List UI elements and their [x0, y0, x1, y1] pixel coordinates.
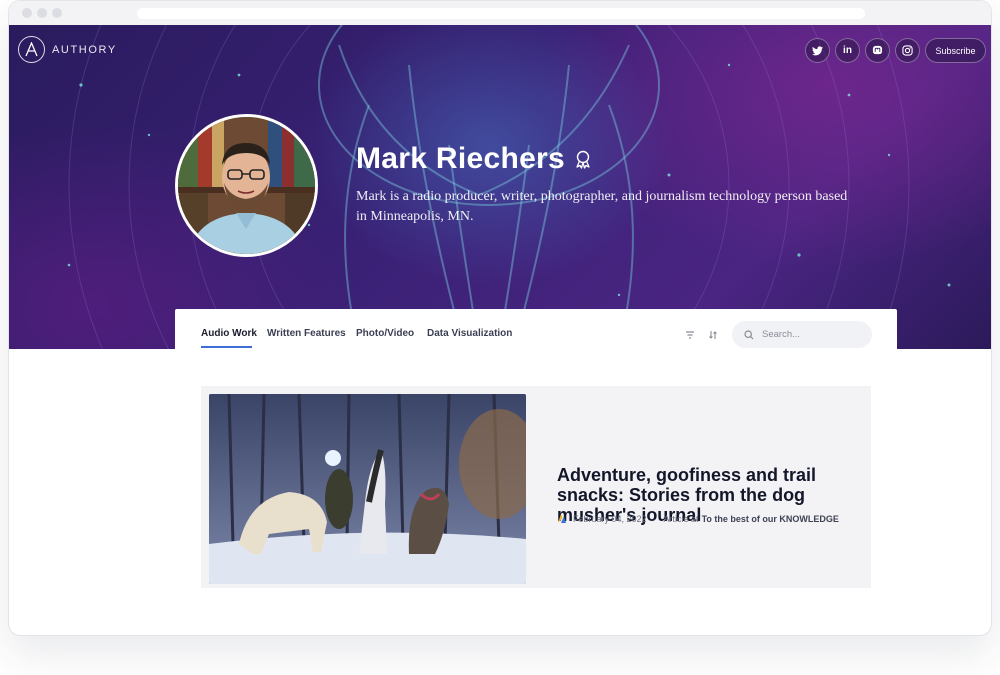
profile-name-row: Mark Riechers: [356, 142, 592, 176]
article-type-label: Article at: [663, 513, 699, 524]
authory-logo[interactable]: AUTHORY: [18, 36, 117, 63]
article-thumbnail[interactable]: [209, 394, 526, 584]
profile-hero: AUTHORY in Subscribe Mark Riechers Mark …: [9, 25, 991, 349]
article-meta: February 04, 2022 · Article at To the be…: [557, 513, 839, 524]
authory-logo-icon: [18, 36, 45, 63]
brand-name: AUTHORY: [52, 43, 117, 56]
publication-logo-icon: [557, 513, 567, 524]
window-maximize-dot[interactable]: [52, 8, 62, 18]
twitter-icon: [812, 45, 823, 55]
window-minimize-dot[interactable]: [37, 8, 47, 18]
mastodon-icon: [872, 45, 883, 55]
article-date: February 04, 2022: [573, 513, 647, 524]
active-tab-indicator: [201, 346, 252, 348]
profile-bio: Mark is a radio producer, writer, photog…: [356, 189, 848, 224]
article-publication[interactable]: To the best of our KNOWLEDGE: [702, 514, 839, 524]
mastodon-link[interactable]: [865, 38, 890, 63]
profile-avatar: [175, 114, 318, 257]
tab-audio-work[interactable]: Audio Work: [201, 328, 257, 339]
linkedin-link[interactable]: in: [835, 38, 860, 63]
subscribe-button[interactable]: Subscribe: [925, 38, 986, 63]
instagram-link[interactable]: [895, 38, 920, 63]
window-close-dot[interactable]: [22, 8, 32, 18]
article-card[interactable]: Adventure, goofiness and trail snacks: S…: [201, 386, 871, 588]
profile-name: Mark Riechers: [356, 142, 566, 175]
twitter-link[interactable]: [805, 38, 830, 63]
content-tabs-bar: Audio Work Written Features Photo/Video …: [175, 309, 897, 355]
meta-separator: ·: [653, 513, 657, 524]
linkedin-icon: in: [843, 45, 852, 56]
browser-window: AUTHORY in Subscribe Mark Riechers Mark …: [8, 0, 992, 636]
filter-icon[interactable]: [685, 327, 695, 345]
search-icon: [744, 329, 754, 339]
search-input[interactable]: [762, 329, 862, 340]
browser-titlebar: [9, 1, 991, 25]
sort-icon[interactable]: [708, 327, 718, 345]
tab-photo-video[interactable]: Photo/Video: [356, 328, 414, 339]
tab-written-features[interactable]: Written Features: [267, 328, 346, 339]
award-ribbon-icon[interactable]: [574, 150, 592, 169]
search-box[interactable]: [732, 321, 872, 348]
tab-data-visualization[interactable]: Data Visualization: [427, 328, 512, 339]
instagram-icon: [902, 45, 913, 56]
address-bar[interactable]: [137, 8, 865, 19]
